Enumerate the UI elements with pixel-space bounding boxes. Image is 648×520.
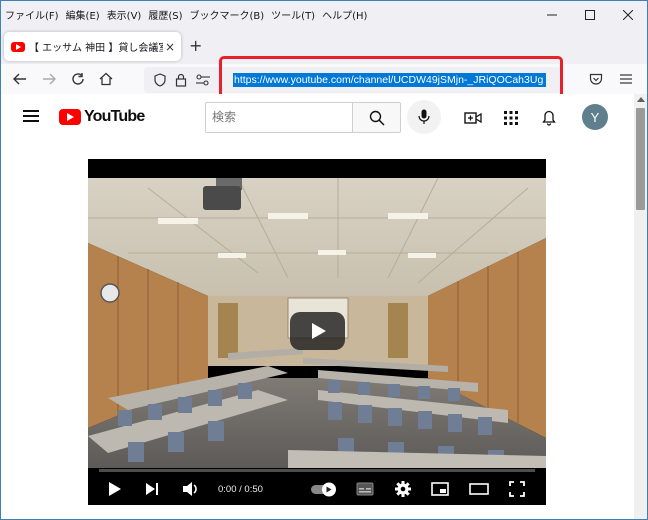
minimize-button[interactable]	[533, 1, 571, 28]
miniplayer-icon	[431, 482, 449, 496]
mute-button[interactable]	[182, 480, 200, 498]
site-info-button[interactable]	[172, 71, 190, 89]
tab-title: 【 エッサム 神田 】貸し会議室 貸し	[29, 43, 163, 54]
youtube-logo-text: YouTube	[84, 108, 145, 125]
next-button[interactable]	[145, 480, 159, 498]
volume-icon	[183, 482, 197, 496]
autoplay-toggle[interactable]	[310, 480, 338, 498]
close-window-button[interactable]	[609, 1, 647, 28]
scroll-up-arrow-icon[interactable]	[637, 97, 645, 102]
menu-history[interactable]: 履歴(S)	[148, 7, 182, 22]
progress-bar[interactable]	[99, 469, 535, 472]
back-arrow-icon	[13, 73, 26, 85]
avatar[interactable]: Y	[582, 104, 608, 130]
gear-icon	[395, 481, 411, 497]
menu-view[interactable]: 表示(V)	[107, 7, 142, 22]
maximize-button[interactable]	[571, 1, 609, 28]
miniplayer-button[interactable]	[431, 480, 449, 498]
permissions-icon	[196, 74, 210, 86]
play-button[interactable]	[108, 480, 122, 498]
youtube-play-logo-icon	[59, 109, 81, 125]
create-video-icon	[464, 112, 482, 124]
youtube-favicon-icon	[11, 41, 25, 52]
pocket-button[interactable]	[587, 70, 605, 88]
minimize-icon	[547, 14, 557, 15]
tab-active[interactable]: 【 エッサム 神田 】貸し会議室 貸し ×	[4, 32, 181, 61]
settings-button[interactable]	[394, 480, 412, 498]
back-button[interactable]	[11, 70, 29, 88]
page-content: YouTube 検索 Y 0:00 / 0:50	[1, 94, 634, 519]
tracking-protection-button[interactable]	[151, 71, 169, 89]
apps-button[interactable]	[501, 108, 521, 128]
vertical-scrollbar[interactable]	[634, 94, 647, 519]
search-button[interactable]	[352, 102, 401, 133]
shield-icon	[154, 73, 166, 87]
video-player[interactable]: 0:00 / 0:50	[88, 159, 546, 505]
pocket-icon	[589, 73, 603, 85]
fullscreen-button[interactable]	[509, 480, 525, 498]
app-menu-button[interactable]	[617, 70, 635, 88]
search-input[interactable]: 検索	[205, 102, 353, 133]
forward-arrow-icon	[43, 73, 56, 85]
youtube-logo[interactable]: YouTube	[59, 108, 145, 126]
autoplay-toggle-icon	[311, 482, 336, 497]
player-controls: 0:00 / 0:50	[88, 473, 546, 505]
home-icon	[99, 72, 113, 86]
menu-tools[interactable]: ツール(T)	[271, 7, 315, 22]
voice-search-button[interactable]	[407, 100, 441, 134]
menu-edit[interactable]: 編集(E)	[66, 7, 100, 22]
home-button[interactable]	[97, 70, 115, 88]
close-icon	[623, 9, 633, 20]
guide-menu-button[interactable]	[23, 110, 39, 122]
reload-icon	[72, 73, 84, 85]
youtube-header: YouTube 検索 Y	[1, 94, 634, 140]
theater-mode-button[interactable]	[469, 480, 489, 498]
bell-icon	[542, 110, 556, 126]
subtitles-icon	[356, 482, 374, 496]
menu-help[interactable]: ヘルプ(H)	[322, 7, 367, 22]
new-tab-button[interactable]: +	[189, 36, 202, 55]
theater-mode-icon	[469, 483, 489, 495]
browser-window: ファイル(F) 編集(E) 表示(V) 履歴(S) ブックマーク(B) ツール(…	[0, 0, 648, 520]
forward-button[interactable]	[40, 70, 58, 88]
tab-close-button[interactable]: ×	[165, 40, 175, 54]
maximize-icon	[585, 9, 595, 20]
apps-grid-icon	[504, 111, 518, 125]
permissions-button[interactable]	[194, 71, 212, 89]
lock-icon	[175, 73, 187, 87]
window-controls	[533, 1, 647, 28]
next-icon	[146, 483, 158, 495]
microphone-icon	[418, 109, 430, 124]
notifications-button[interactable]	[539, 108, 559, 128]
create-button[interactable]	[463, 108, 483, 128]
hamburger-menu-icon	[620, 74, 632, 84]
fullscreen-icon	[509, 481, 525, 497]
large-play-button[interactable]	[290, 312, 345, 350]
search-icon	[369, 110, 385, 126]
menu-file[interactable]: ファイル(F)	[5, 7, 59, 22]
scrollbar-thumb[interactable]	[636, 108, 645, 210]
reload-button[interactable]	[69, 70, 87, 88]
subtitles-button[interactable]	[356, 480, 374, 498]
menu-bookmarks[interactable]: ブックマーク(B)	[190, 7, 265, 22]
play-icon	[109, 482, 121, 496]
time-display: 0:00 / 0:50	[218, 484, 263, 495]
